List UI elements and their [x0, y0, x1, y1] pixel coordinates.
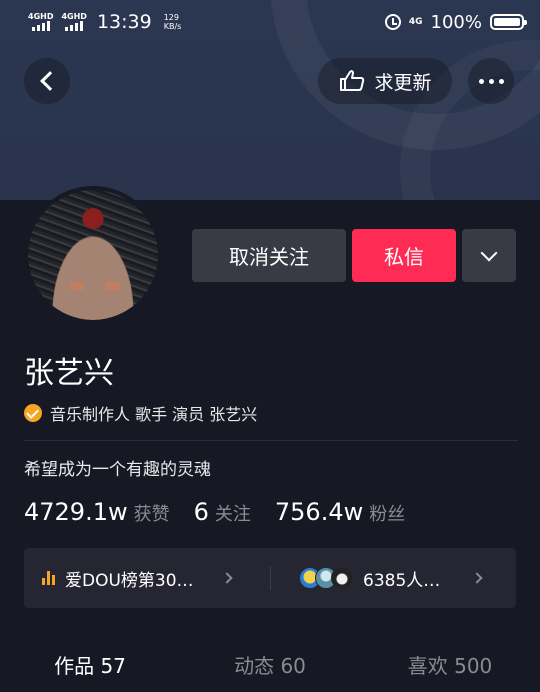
verification-badge: 音乐制作人 歌手 演员 张艺兴 [24, 401, 257, 425]
profile-name: 张艺兴 [24, 356, 114, 391]
chevron-right-icon [221, 572, 233, 584]
chevron-right-icon [471, 572, 483, 584]
signal-icon: 4GHD [61, 12, 87, 31]
status-right: 4G 100% [384, 11, 527, 33]
request-update-button[interactable]: 求更新 [318, 58, 452, 104]
fans-entry[interactable]: 6385人… [271, 566, 516, 591]
network-speed: 129 KB/s [164, 13, 182, 31]
avatar-detail [66, 282, 124, 290]
alarm-icon [384, 14, 401, 30]
avatar-image [28, 190, 158, 320]
signal-icon: 4GHD [28, 13, 53, 31]
followers-count[interactable]: 756.4w [275, 498, 363, 526]
following-label[interactable]: 关注 [215, 500, 251, 526]
pointing-hand-icon [340, 70, 365, 91]
status-time: 13:39 [96, 11, 152, 33]
more-dot-icon [478, 78, 484, 84]
verified-icon [24, 404, 42, 422]
fan-avatar [331, 567, 353, 589]
tab-works[interactable]: 作品 57 [0, 640, 180, 692]
tab-likes[interactable]: 喜欢 500 [360, 640, 540, 692]
more-options-button[interactable] [468, 58, 514, 104]
profile-tabs: 作品 57 动态 60 喜欢 500 [0, 640, 540, 692]
battery-icon [490, 14, 527, 30]
status-left: 4GHD 4GHD 13:39 129 KB/s [28, 11, 181, 33]
speed-value: 129 [163, 13, 179, 22]
network-type: 4G [408, 16, 423, 27]
message-button[interactable]: 私信 [352, 229, 456, 282]
likes-label[interactable]: 获赞 [134, 500, 170, 526]
chevron-down-icon [480, 244, 498, 261]
speed-unit: KB/s [163, 22, 182, 31]
divider [24, 440, 518, 441]
avatar[interactable] [24, 186, 162, 324]
battery-percent: 100% [430, 11, 482, 33]
rank-entry[interactable]: 爱DOU榜第30… [24, 566, 270, 591]
followers-label[interactable]: 粉丝 [369, 500, 405, 526]
likes-count[interactable]: 4729.1w [24, 498, 128, 526]
status-bar: 4GHD 4GHD 13:39 129 KB/s 4G 100% [0, 0, 540, 44]
following-count[interactable]: 6 [194, 498, 209, 526]
signal-label: 4GHD [28, 12, 54, 21]
fan-avatars [299, 567, 353, 589]
rank-text: 爱DOU榜第30… [65, 570, 194, 591]
chart-icon [42, 571, 55, 585]
fans-text: 6385人… [363, 570, 441, 591]
more-dot-icon [498, 78, 504, 84]
signal-label: 4GHD [61, 12, 87, 21]
tab-activity[interactable]: 动态 60 [180, 640, 360, 692]
profile-bio: 希望成为一个有趣的灵魂 [24, 460, 211, 480]
dropdown-button[interactable] [462, 229, 516, 282]
chevron-left-icon [39, 71, 60, 91]
request-update-label: 求更新 [374, 71, 432, 94]
back-button[interactable] [24, 58, 70, 104]
verification-text: 音乐制作人 歌手 演员 张艺兴 [50, 405, 258, 424]
more-dot-icon [488, 78, 494, 84]
profile-stats: 4729.1w 获赞 6 关注 756.4w 粉丝 [24, 498, 429, 526]
unfollow-button[interactable]: 取消关注 [192, 229, 346, 282]
rank-bar: 爱DOU榜第30… 6385人… [24, 548, 516, 608]
